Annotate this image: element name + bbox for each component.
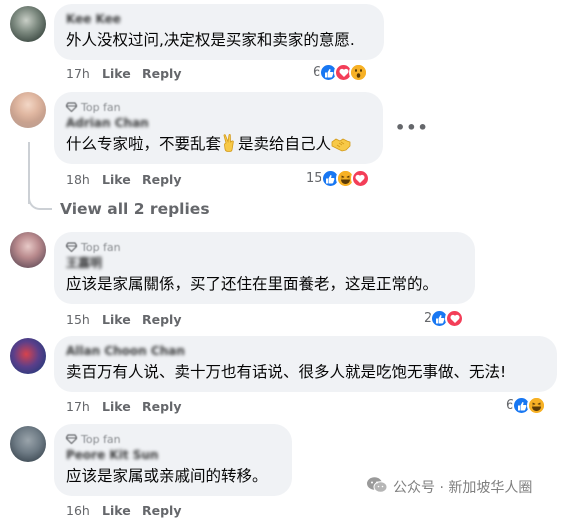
- like-button[interactable]: Like: [102, 66, 142, 81]
- comment-bubble: Top fan Adrian Chan 什么专家啦，不要乱套 是卖给自己人: [54, 92, 383, 164]
- love-reaction-icon: [445, 309, 465, 328]
- victory-hand-icon: [221, 134, 238, 157]
- like-button[interactable]: Like: [102, 503, 142, 518]
- like-button[interactable]: Like: [102, 312, 142, 327]
- comment-bubble: Allan Choon Chan 卖百万有人说、卖十万也有话说、很多人就是吃饱无…: [54, 336, 557, 392]
- commenter-name[interactable]: Kee Kee: [66, 12, 372, 27]
- comment-text-part: 是卖给自己人: [238, 135, 332, 153]
- commenter-name[interactable]: Allan Choon Chan: [66, 344, 545, 359]
- thread-connector: [28, 192, 52, 210]
- comment-text: 应该是家属或亲戚间的转移。: [66, 467, 268, 485]
- top-fan-label: Top fan: [81, 240, 121, 254]
- top-fan-badge: Top fan: [66, 240, 463, 254]
- love-reaction-icon: [350, 169, 370, 188]
- comment-bubble: Top fan Peore Kit Sun 应该是家属或亲戚间的转移。: [54, 424, 292, 496]
- avatar[interactable]: [10, 232, 46, 268]
- commenter-name[interactable]: Peore Kit Sun: [66, 448, 280, 463]
- comment-text-part: 什么专家啦，不要乱套: [66, 135, 222, 153]
- wechat-icon: [366, 476, 388, 498]
- avatar[interactable]: [10, 6, 46, 42]
- top-fan-badge: Top fan: [66, 100, 371, 114]
- comment-actions: 15h Like Reply: [66, 312, 181, 327]
- watermark: 公众号 · 新加坡华人圈: [366, 476, 532, 498]
- top-fan-label: Top fan: [81, 432, 121, 446]
- wow-reaction-icon: [349, 63, 369, 82]
- comment-bubble: Kee Kee 外人没权过问,决定权是买家和卖家的意愿.: [54, 4, 384, 60]
- watermark-text: 公众号 · 新加坡华人圈: [393, 480, 533, 496]
- reply-button[interactable]: Reply: [142, 312, 181, 327]
- comment-text: 卖百万有人说、卖十万也有话说、很多人就是吃饱无事做、无法!: [66, 363, 507, 381]
- avatar[interactable]: [10, 92, 46, 128]
- reaction-summary[interactable]: 6: [506, 396, 547, 415]
- reply-button[interactable]: Reply: [142, 399, 181, 414]
- comment-time[interactable]: 15h: [66, 312, 102, 327]
- top-fan-label: Top fan: [81, 100, 121, 114]
- avatar[interactable]: [10, 338, 46, 374]
- avatar[interactable]: [10, 426, 46, 462]
- reaction-summary[interactable]: 6: [313, 63, 369, 82]
- like-button[interactable]: Like: [102, 399, 142, 414]
- comment-actions: 17h Like Reply: [66, 399, 181, 414]
- comment-text: 应该是家属關係，买了还住在里面養老，这是正常的。: [66, 275, 439, 293]
- more-options-icon[interactable]: •••: [395, 118, 429, 137]
- comment-actions: 18h Like Reply: [66, 172, 181, 187]
- comment-text: 外人没权过问,决定权是买家和卖家的意愿.: [66, 31, 355, 49]
- diamond-icon: [66, 434, 77, 444]
- handshake-icon: [331, 136, 351, 157]
- comment-text: 什么专家啦，不要乱套 是卖给自己人: [66, 134, 371, 157]
- haha-reaction-icon: [527, 396, 547, 415]
- comment-time[interactable]: 17h: [66, 399, 102, 414]
- like-button[interactable]: Like: [102, 172, 142, 187]
- reply-button[interactable]: Reply: [142, 66, 181, 81]
- comment-time[interactable]: 16h: [66, 503, 102, 518]
- comment-time[interactable]: 18h: [66, 172, 102, 187]
- commenter-name[interactable]: Adrian Chan: [66, 116, 371, 131]
- comment-actions: 17h Like Reply: [66, 66, 181, 81]
- top-fan-badge: Top fan: [66, 432, 280, 446]
- comment-bubble: Top fan 王嘉明 应该是家属關係，买了还住在里面養老，这是正常的。: [54, 232, 475, 304]
- comment-actions: 16h Like Reply: [66, 503, 181, 518]
- reaction-summary[interactable]: 15: [306, 169, 370, 188]
- reply-button[interactable]: Reply: [142, 172, 181, 187]
- diamond-icon: [66, 102, 77, 112]
- reply-button[interactable]: Reply: [142, 503, 181, 518]
- commenter-name[interactable]: 王嘉明: [66, 256, 463, 271]
- view-replies-link[interactable]: View all 2 replies: [60, 200, 210, 218]
- reaction-summary[interactable]: 2: [424, 309, 465, 328]
- comment-time[interactable]: 17h: [66, 66, 102, 81]
- diamond-icon: [66, 242, 77, 252]
